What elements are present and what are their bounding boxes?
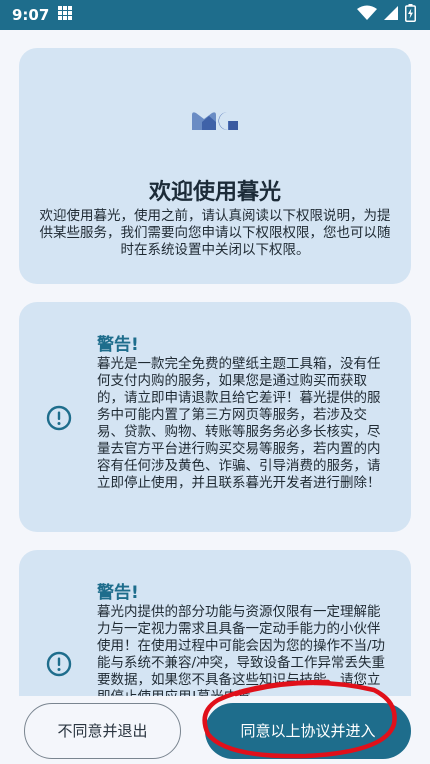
battery-icon <box>405 4 416 26</box>
status-left: 9:07 <box>12 5 73 25</box>
warning-card-2: 警告! 暮光内提供的部分功能与资源仅限有一定理解能力与一定视力需求且具备一定动手… <box>19 550 411 696</box>
welcome-description: 欢迎使用暮光，使用之前，请认真阅读以下权限说明，为提供某些服务，我们需要向您申请… <box>39 208 391 258</box>
warning-icon <box>46 405 72 435</box>
status-bar: 9:07 <box>0 0 430 30</box>
warning-title: 警告! <box>97 335 139 355</box>
signal-icon <box>383 5 399 25</box>
warning-title: 警告! <box>97 583 139 603</box>
grid-icon <box>57 5 73 25</box>
status-right <box>357 4 416 26</box>
welcome-title: 欢迎使用暮光 <box>148 180 281 205</box>
accept-enter-button[interactable]: 同意以上协议并进入 <box>205 703 411 759</box>
welcome-card: 欢迎使用暮光 欢迎使用暮光，使用之前，请认真阅读以下权限说明，为提供某些服务，我… <box>19 48 411 284</box>
warning-body: 暮光是一款完全免费的壁纸主题工具箱，没有任何支付内购的服务，如果您是通过购买而获… <box>97 356 381 491</box>
wifi-icon <box>357 5 377 25</box>
app-logo <box>191 110 239 136</box>
permission-scroll-area[interactable]: 欢迎使用暮光 欢迎使用暮光，使用之前，请认真阅读以下权限说明，为提供某些服务，我… <box>0 30 430 696</box>
warning-card-1: 警告! 暮光是一款完全免费的壁纸主题工具箱，没有任何支付内购的服务，如果您是通过… <box>19 302 411 532</box>
decline-exit-button[interactable]: 不同意并退出 <box>24 703 181 759</box>
warning-icon <box>46 651 72 681</box>
status-time: 9:07 <box>12 6 50 24</box>
warning-body: 暮光内提供的部分功能与资源仅限有一定理解能力与一定视力需求且具备一定动手能力的小… <box>97 604 386 696</box>
action-bar: 不同意并退出 同意以上协议并进入 <box>0 696 430 764</box>
